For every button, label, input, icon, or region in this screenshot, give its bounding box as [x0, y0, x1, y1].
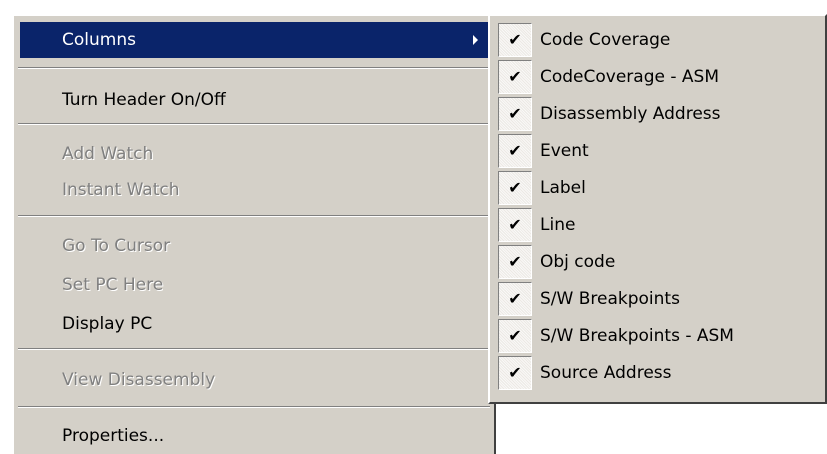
menu-item-properties[interactable]: Properties... — [20, 418, 488, 454]
menu-item-columns[interactable]: Columns — [20, 22, 488, 58]
column-option-disassembly-address[interactable]: ✔ Disassembly Address — [498, 96, 819, 132]
column-option-label: Disassembly Address — [540, 104, 721, 124]
checkmark-icon: ✔ — [498, 319, 532, 353]
column-option-event[interactable]: ✔ Event — [498, 133, 819, 169]
column-option-label: Code Coverage — [540, 30, 671, 50]
menu-item-label: Set PC Here — [62, 275, 164, 295]
column-option-obj-code[interactable]: ✔ Obj code — [498, 244, 819, 280]
column-option-label: Event — [540, 141, 589, 161]
checkmark-icon: ✔ — [498, 356, 532, 390]
menu-item-view-disassembly: View Disassembly — [20, 362, 488, 398]
menu-separator — [18, 123, 490, 125]
column-option-sw-breakpoints-asm[interactable]: ✔ S/W Breakpoints - ASM — [498, 318, 819, 354]
column-option-label: Label — [540, 178, 586, 198]
menu-item-label: Columns — [62, 30, 136, 50]
column-option-sw-breakpoints[interactable]: ✔ S/W Breakpoints — [498, 281, 819, 317]
column-option-label: Line — [540, 215, 576, 235]
checkmark-icon: ✔ — [498, 23, 532, 57]
menu-item-label: View Disassembly — [62, 370, 216, 390]
menu-item-display-pc[interactable]: Display PC — [20, 306, 488, 342]
menu-item-label: Turn Header On/Off — [62, 90, 226, 110]
menu-item-label: Display PC — [62, 314, 153, 334]
menu-item-set-pc-here: Set PC Here — [20, 267, 488, 303]
column-option-label-column[interactable]: ✔ Label — [498, 170, 819, 206]
submenu-arrow-icon — [473, 35, 478, 45]
column-option-line[interactable]: ✔ Line — [498, 207, 819, 243]
context-menu: Columns Turn Header On/Off Add Watch Ins… — [12, 14, 496, 454]
columns-submenu: ✔ Code Coverage ✔ CodeCoverage - ASM ✔ D… — [488, 14, 827, 404]
checkmark-icon: ✔ — [498, 60, 532, 94]
column-option-source-address[interactable]: ✔ Source Address — [498, 355, 819, 391]
menu-separator — [18, 215, 490, 217]
menu-item-add-watch: Add Watch — [20, 136, 488, 172]
column-option-label: S/W Breakpoints — [540, 289, 680, 309]
checkmark-icon: ✔ — [498, 282, 532, 316]
menu-item-label: Instant Watch — [62, 180, 180, 200]
checkmark-icon: ✔ — [498, 245, 532, 279]
column-option-label: S/W Breakpoints - ASM — [540, 326, 734, 346]
column-option-codecoverage-asm[interactable]: ✔ CodeCoverage - ASM — [498, 59, 819, 95]
column-option-code-coverage[interactable]: ✔ Code Coverage — [498, 22, 819, 58]
column-option-label: CodeCoverage - ASM — [540, 67, 719, 87]
menu-item-label: Go To Cursor — [62, 236, 171, 256]
menu-item-label: Add Watch — [62, 144, 154, 164]
checkmark-icon: ✔ — [498, 97, 532, 131]
menu-separator — [18, 348, 490, 350]
menu-item-turn-header[interactable]: Turn Header On/Off — [20, 82, 488, 118]
menu-separator — [18, 67, 490, 69]
column-option-label: Obj code — [540, 252, 616, 272]
checkmark-icon: ✔ — [498, 134, 532, 168]
menu-item-instant-watch: Instant Watch — [20, 172, 488, 208]
column-option-label: Source Address — [540, 363, 672, 383]
menu-separator — [18, 406, 490, 408]
checkmark-icon: ✔ — [498, 208, 532, 242]
menu-item-label: Properties... — [62, 426, 165, 446]
menu-item-go-to-cursor: Go To Cursor — [20, 228, 488, 264]
checkmark-icon: ✔ — [498, 171, 532, 205]
